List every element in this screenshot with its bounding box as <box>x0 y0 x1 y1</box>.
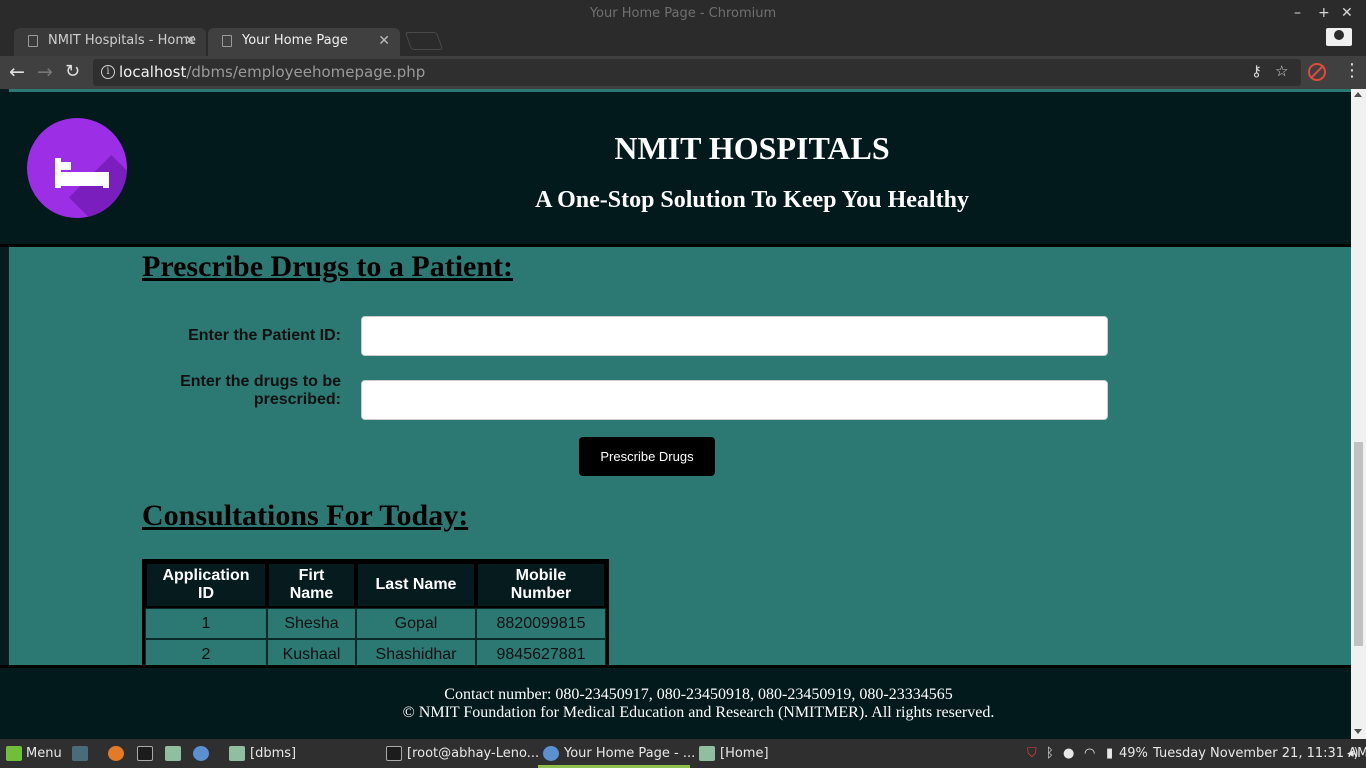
site-footer: Contact number: 080-23450917, 080-234509… <box>0 665 1351 739</box>
bluetooth-icon[interactable]: ᛒ <box>1046 740 1054 768</box>
footer-copyright: © NMIT Foundation for Medical Education … <box>402 704 995 721</box>
info-icon[interactable]: i <box>101 65 115 79</box>
drugs-label: Enter the drugs to be prescribed: <box>180 373 341 408</box>
taskbar-window-terminal[interactable]: [root@abhay-Leno... <box>407 740 539 768</box>
site-tagline: A One-Stop Solution To Keep You Healthy <box>535 187 969 213</box>
volume-icon[interactable]: ◂) <box>1347 740 1359 768</box>
tab-nmit-home[interactable]: NMIT Hospitals - Home ✕ <box>14 28 206 56</box>
patient-id-input[interactable] <box>361 316 1108 356</box>
close-window-button[interactable]: ✕ <box>1341 0 1353 27</box>
browser-menu-icon[interactable]: ⋮ <box>1343 60 1361 81</box>
scroll-up-icon[interactable] <box>1354 92 1362 97</box>
new-tab-button[interactable] <box>404 32 444 50</box>
column-header: Last Name <box>356 562 476 608</box>
page-scrollbar[interactable] <box>1351 89 1366 739</box>
clock[interactable]: Tuesday November 21, 11:31 AM <box>1153 740 1366 768</box>
wifi-icon[interactable]: ◠ <box>1084 740 1095 768</box>
taskbar: Menu [dbms] [root@abhay-Leno... Your Hom… <box>0 740 1366 768</box>
files-icon[interactable] <box>165 746 181 761</box>
page-icon <box>28 35 38 47</box>
table-cell: Shesha <box>267 608 356 639</box>
chromium-icon <box>543 746 559 761</box>
page-icon <box>222 35 232 47</box>
folder-icon <box>699 746 715 761</box>
bookmark-star-icon[interactable]: ☆ <box>1275 62 1288 80</box>
column-header: Firt Name <box>267 562 356 608</box>
table-header-row: Application ID Firt Name Last Name Mobil… <box>145 562 606 608</box>
forward-arrow-icon[interactable]: → <box>37 61 53 83</box>
back-arrow-icon[interactable]: ← <box>9 61 25 83</box>
table-cell: 8820099815 <box>476 608 606 639</box>
footer-contact: Contact number: 080-23450917, 080-234509… <box>444 686 953 703</box>
tab-label: NMIT Hospitals - Home <box>48 33 197 48</box>
table-row: 1 Shesha Gopal 8820099815 <box>145 608 606 639</box>
consultations-heading: Consultations For Today: <box>142 499 469 532</box>
site-title: NMIT HOSPITALS <box>614 130 890 166</box>
taskbar-window-dbms[interactable]: [dbms] <box>250 740 296 768</box>
shield-icon[interactable]: ⛉ <box>1027 740 1037 768</box>
profile-icon[interactable] <box>1326 28 1352 46</box>
tab-close-icon[interactable]: ✕ <box>378 28 390 54</box>
blocked-extension-icon[interactable] <box>1308 63 1326 81</box>
terminal-icon <box>386 746 402 761</box>
prescribe-drugs-button[interactable]: Prescribe Drugs <box>579 437 715 476</box>
menu-button[interactable]: Menu <box>26 740 62 768</box>
folder-icon <box>229 746 245 761</box>
patient-id-label: Enter the Patient ID: <box>188 327 341 344</box>
window-titlebar: Your Home Page - Chromium – + ✕ <box>0 0 1366 26</box>
minimize-button[interactable]: – <box>1294 0 1301 27</box>
maximize-button[interactable]: + <box>1318 0 1330 27</box>
table-cell: 1 <box>145 608 267 639</box>
tab-close-icon[interactable]: ✕ <box>184 28 196 54</box>
consultations-table: Application ID Firt Name Last Name Mobil… <box>142 559 609 673</box>
battery-percent: 49% <box>1119 746 1148 761</box>
site-header: NMIT HOSPITALS A One-Stop Solution To Ke… <box>0 92 1351 247</box>
tab-your-home-page[interactable]: Your Home Page ✕ <box>208 28 400 56</box>
chromium-icon[interactable] <box>193 746 209 761</box>
column-header: Application ID <box>145 562 267 608</box>
window-title: Your Home Page - Chromium <box>589 6 777 21</box>
key-icon[interactable]: ⚷ <box>1251 62 1262 80</box>
url-text: localhost/dbms/employeehomepage.php <box>119 63 426 81</box>
tab-strip: NMIT Hospitals - Home ✕ Your Home Page ✕ <box>0 26 1366 56</box>
reload-icon[interactable]: ↻ <box>65 61 80 83</box>
user-icon[interactable]: ● <box>1063 740 1074 768</box>
scrollbar-thumb[interactable] <box>1354 442 1363 646</box>
mint-menu-icon[interactable] <box>6 746 22 761</box>
table-cell: Gopal <box>356 608 476 639</box>
prescribe-heading: Prescribe Drugs to a Patient: <box>142 250 514 283</box>
battery-icon[interactable]: ▮ <box>1106 740 1113 768</box>
drugs-input[interactable] <box>361 380 1108 420</box>
show-desktop-icon[interactable] <box>72 746 88 761</box>
scroll-down-icon[interactable] <box>1354 729 1362 734</box>
taskbar-window-chromium[interactable]: Your Home Page - ... <box>564 740 695 768</box>
address-bar[interactable]: i localhost/dbms/employeehomepage.php ⚷ … <box>93 59 1301 86</box>
terminal-icon[interactable] <box>137 746 153 761</box>
browser-toolbar: ← → ↻ i localhost/dbms/employeehomepage.… <box>0 56 1366 89</box>
page-viewport: NMIT HOSPITALS A One-Stop Solution To Ke… <box>0 89 1366 739</box>
tab-label: Your Home Page <box>242 33 348 48</box>
column-header: Mobile Number <box>476 562 606 608</box>
firefox-icon[interactable] <box>108 746 124 761</box>
taskbar-window-home[interactable]: [Home] <box>720 740 769 768</box>
